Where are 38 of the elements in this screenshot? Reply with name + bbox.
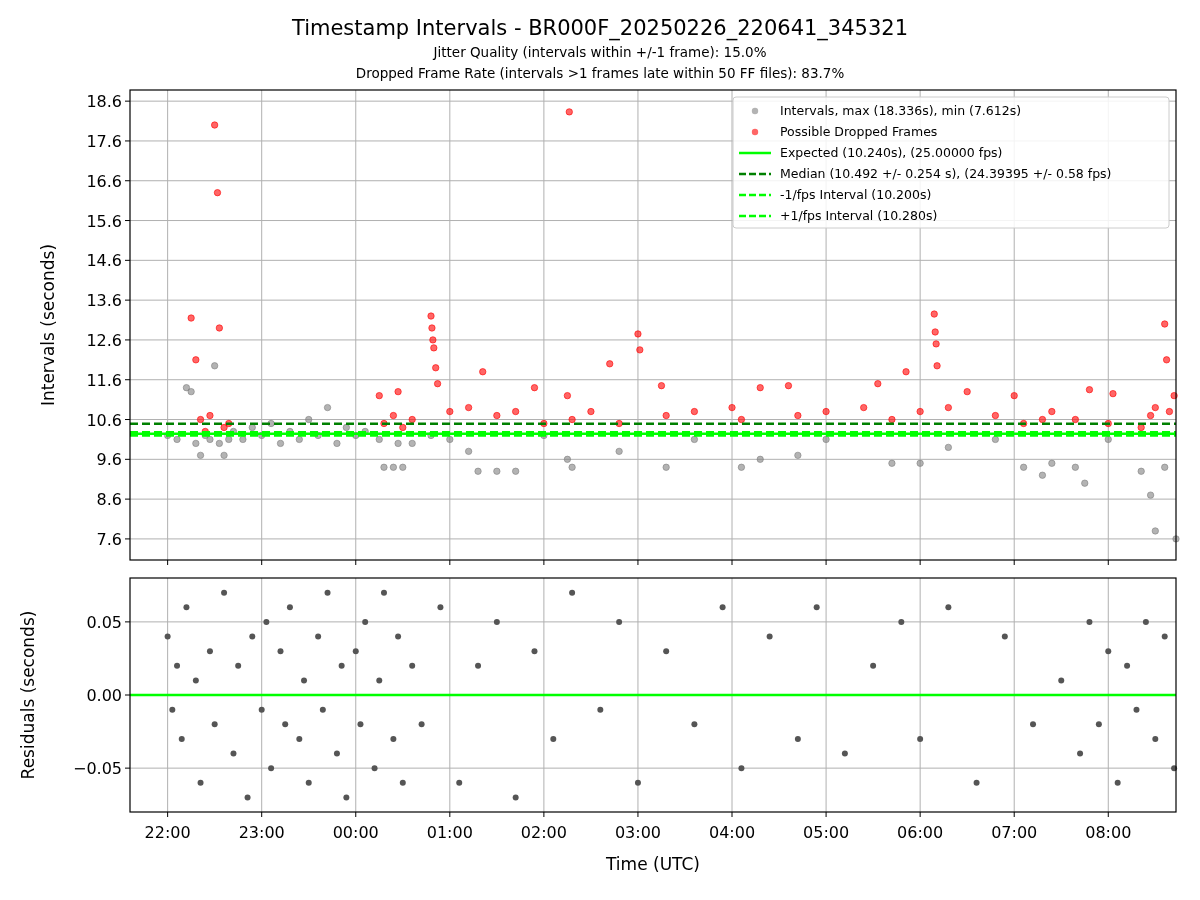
x-axis-label: Time (UTC) [606,854,700,874]
legend-label: Median (10.492 +/- 0.254 s), (24.39395 +/- 0.58 fps) [780,166,1112,181]
y-tick-label: 11.6 [86,370,122,390]
y-tick-label: −0.05 [72,759,122,779]
x-tick-label: 22:00 [144,823,191,842]
x-tick-label: 05:00 [803,823,850,842]
y-tick-label: 0.00 [86,686,122,705]
x-tick-label: 06:00 [897,823,944,842]
x-tick-label: 04:00 [708,823,756,842]
chart-subtitle: Jitter Quality (intervals within +/-1 frame): 15.0% [433,43,767,62]
x-tick-label: 07:00 [991,823,1038,842]
y-tick-label: 17.6 [86,131,122,151]
x-tick-label: 03:00 [614,823,661,842]
y-tick-label: 10.6 [86,410,122,430]
chart-subtitle: Dropped Frame Rate (intervals >1 frames late within 50 FF files): 83.7% [355,64,845,83]
y-tick-label: 18.6 [86,92,122,112]
y-tick-label: 15.6 [86,211,122,231]
y-tick-label: 16.6 [86,171,122,191]
x-tick-label: 23:00 [238,823,285,842]
y-tick-label: 0.05 [86,612,122,632]
legend-label: +1/fps Interval (10.280s) [780,208,938,223]
x-tick-label: 08:00 [1085,823,1132,842]
legend-label: Possible Dropped Frames [780,124,938,139]
y-tick-label: 12.6 [86,330,122,350]
y-tick-label: 14.6 [86,251,122,271]
legend-label: Expected (10.240s), (25.00000 fps) [780,145,1003,160]
y-tick-label: 9.6 [96,450,122,470]
y-axis-label: Residuals (seconds) [18,610,38,780]
x-tick-label: 02:00 [520,823,567,842]
legend-label: Intervals, max (18.336s), min (7.612s) [780,103,1022,118]
y-tick-label: 13.6 [86,291,122,311]
y-tick-label: 7.6 [96,529,122,549]
x-tick-label: 01:00 [426,823,473,842]
y-tick-label: 8.6 [96,490,122,510]
x-tick-label: 00:00 [332,823,379,842]
y-axis-label: Intervals (seconds) [38,243,58,407]
legend-label: -1/fps Interval (10.200s) [780,187,932,202]
chart-title: Timestamp Intervals - BR000F_20250226_220641_345321 [291,15,909,42]
